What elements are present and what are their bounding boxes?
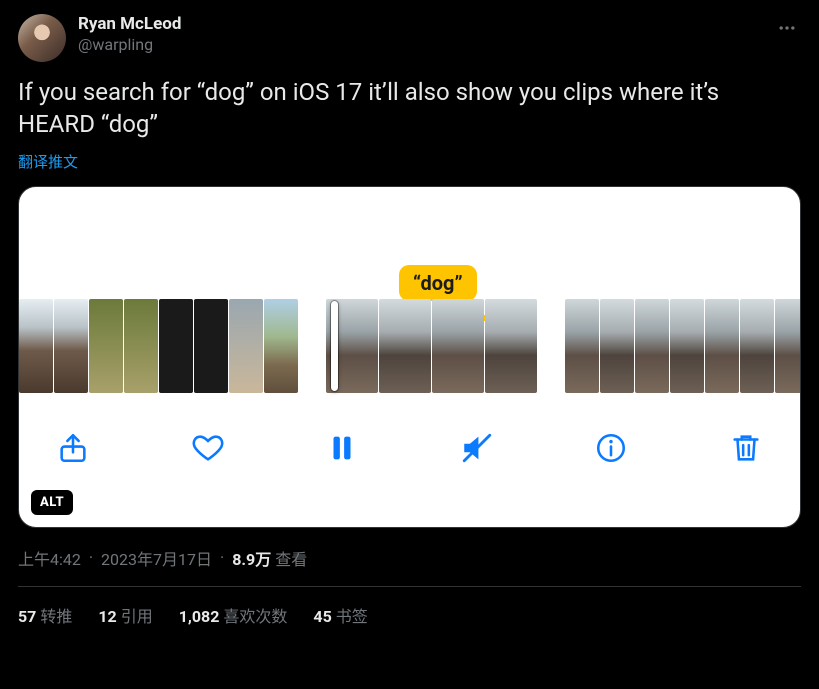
video-frame — [194, 299, 228, 393]
meta-separator: · — [89, 548, 93, 567]
video-toolbar — [19, 393, 800, 479]
stat-likes[interactable]: 1,082喜欢次数 — [179, 603, 288, 627]
views-count[interactable]: 8.9万 — [232, 546, 271, 570]
meta-date[interactable]: 2023年7月17日 — [101, 546, 212, 570]
stat-bookmarks[interactable]: 45书签 — [313, 603, 367, 627]
stat-quotes[interactable]: 12引用 — [98, 603, 152, 627]
video-frame — [264, 299, 298, 393]
meta-time[interactable]: 上午4:42 — [18, 546, 81, 570]
tweet: Ryan McLeod @warpling If you search for … — [0, 0, 819, 641]
info-icon — [594, 431, 628, 465]
video-frame — [670, 299, 704, 393]
trash-icon — [729, 431, 763, 465]
more-options-button[interactable] — [773, 14, 801, 42]
divider — [18, 586, 801, 587]
video-frame — [159, 299, 193, 393]
mute-icon — [460, 431, 494, 465]
avatar[interactable] — [18, 14, 66, 62]
video-frame — [89, 299, 123, 393]
share-icon — [56, 431, 90, 465]
video-frame — [740, 299, 774, 393]
clip-group-1 — [19, 299, 298, 393]
video-frame — [124, 299, 158, 393]
video-frame — [379, 299, 431, 393]
ellipsis-icon — [777, 18, 797, 38]
info-button[interactable] — [591, 426, 631, 470]
pause-button[interactable] — [322, 426, 362, 470]
media-whitespace: “dog” — [19, 187, 800, 299]
video-frame — [485, 299, 537, 393]
translate-link[interactable]: 翻译推文 — [18, 151, 78, 172]
author-block: Ryan McLeod @warpling — [78, 14, 773, 55]
video-frame — [565, 299, 599, 393]
share-button[interactable] — [53, 426, 93, 470]
clip-group-3 — [565, 299, 801, 393]
media-attachment[interactable]: “dog” — [18, 186, 801, 528]
video-frame — [54, 299, 88, 393]
video-frame — [229, 299, 263, 393]
video-frame — [432, 299, 484, 393]
playhead-indicator[interactable] — [331, 301, 338, 391]
tweet-text: If you search for “dog” on iOS 17 it’ll … — [18, 76, 801, 141]
video-frame — [600, 299, 634, 393]
meta-separator: · — [220, 548, 224, 567]
tweet-stats: 57转推 12引用 1,082喜欢次数 45书签 — [18, 603, 801, 627]
mute-button[interactable] — [457, 426, 497, 470]
video-frame — [635, 299, 669, 393]
author-display-name[interactable]: Ryan McLeod — [78, 14, 773, 35]
transcript-match-pill: “dog” — [399, 265, 477, 301]
clip-group-2 — [326, 299, 537, 393]
video-frame — [775, 299, 801, 393]
pause-icon — [325, 431, 359, 465]
favorite-button[interactable] — [188, 426, 228, 470]
stat-retweets[interactable]: 57转推 — [18, 603, 72, 627]
views-label: 查看 — [275, 546, 307, 570]
heart-icon — [191, 431, 225, 465]
delete-button[interactable] — [726, 426, 766, 470]
author-handle[interactable]: @warpling — [78, 35, 773, 55]
video-frame — [705, 299, 739, 393]
tweet-header: Ryan McLeod @warpling — [18, 14, 801, 62]
video-frame — [19, 299, 53, 393]
tweet-meta: 上午4:42 · 2023年7月17日 · 8.9万 查看 — [18, 546, 801, 570]
video-scrubber-filmstrip[interactable] — [19, 299, 800, 393]
alt-text-badge[interactable]: ALT — [31, 490, 73, 515]
